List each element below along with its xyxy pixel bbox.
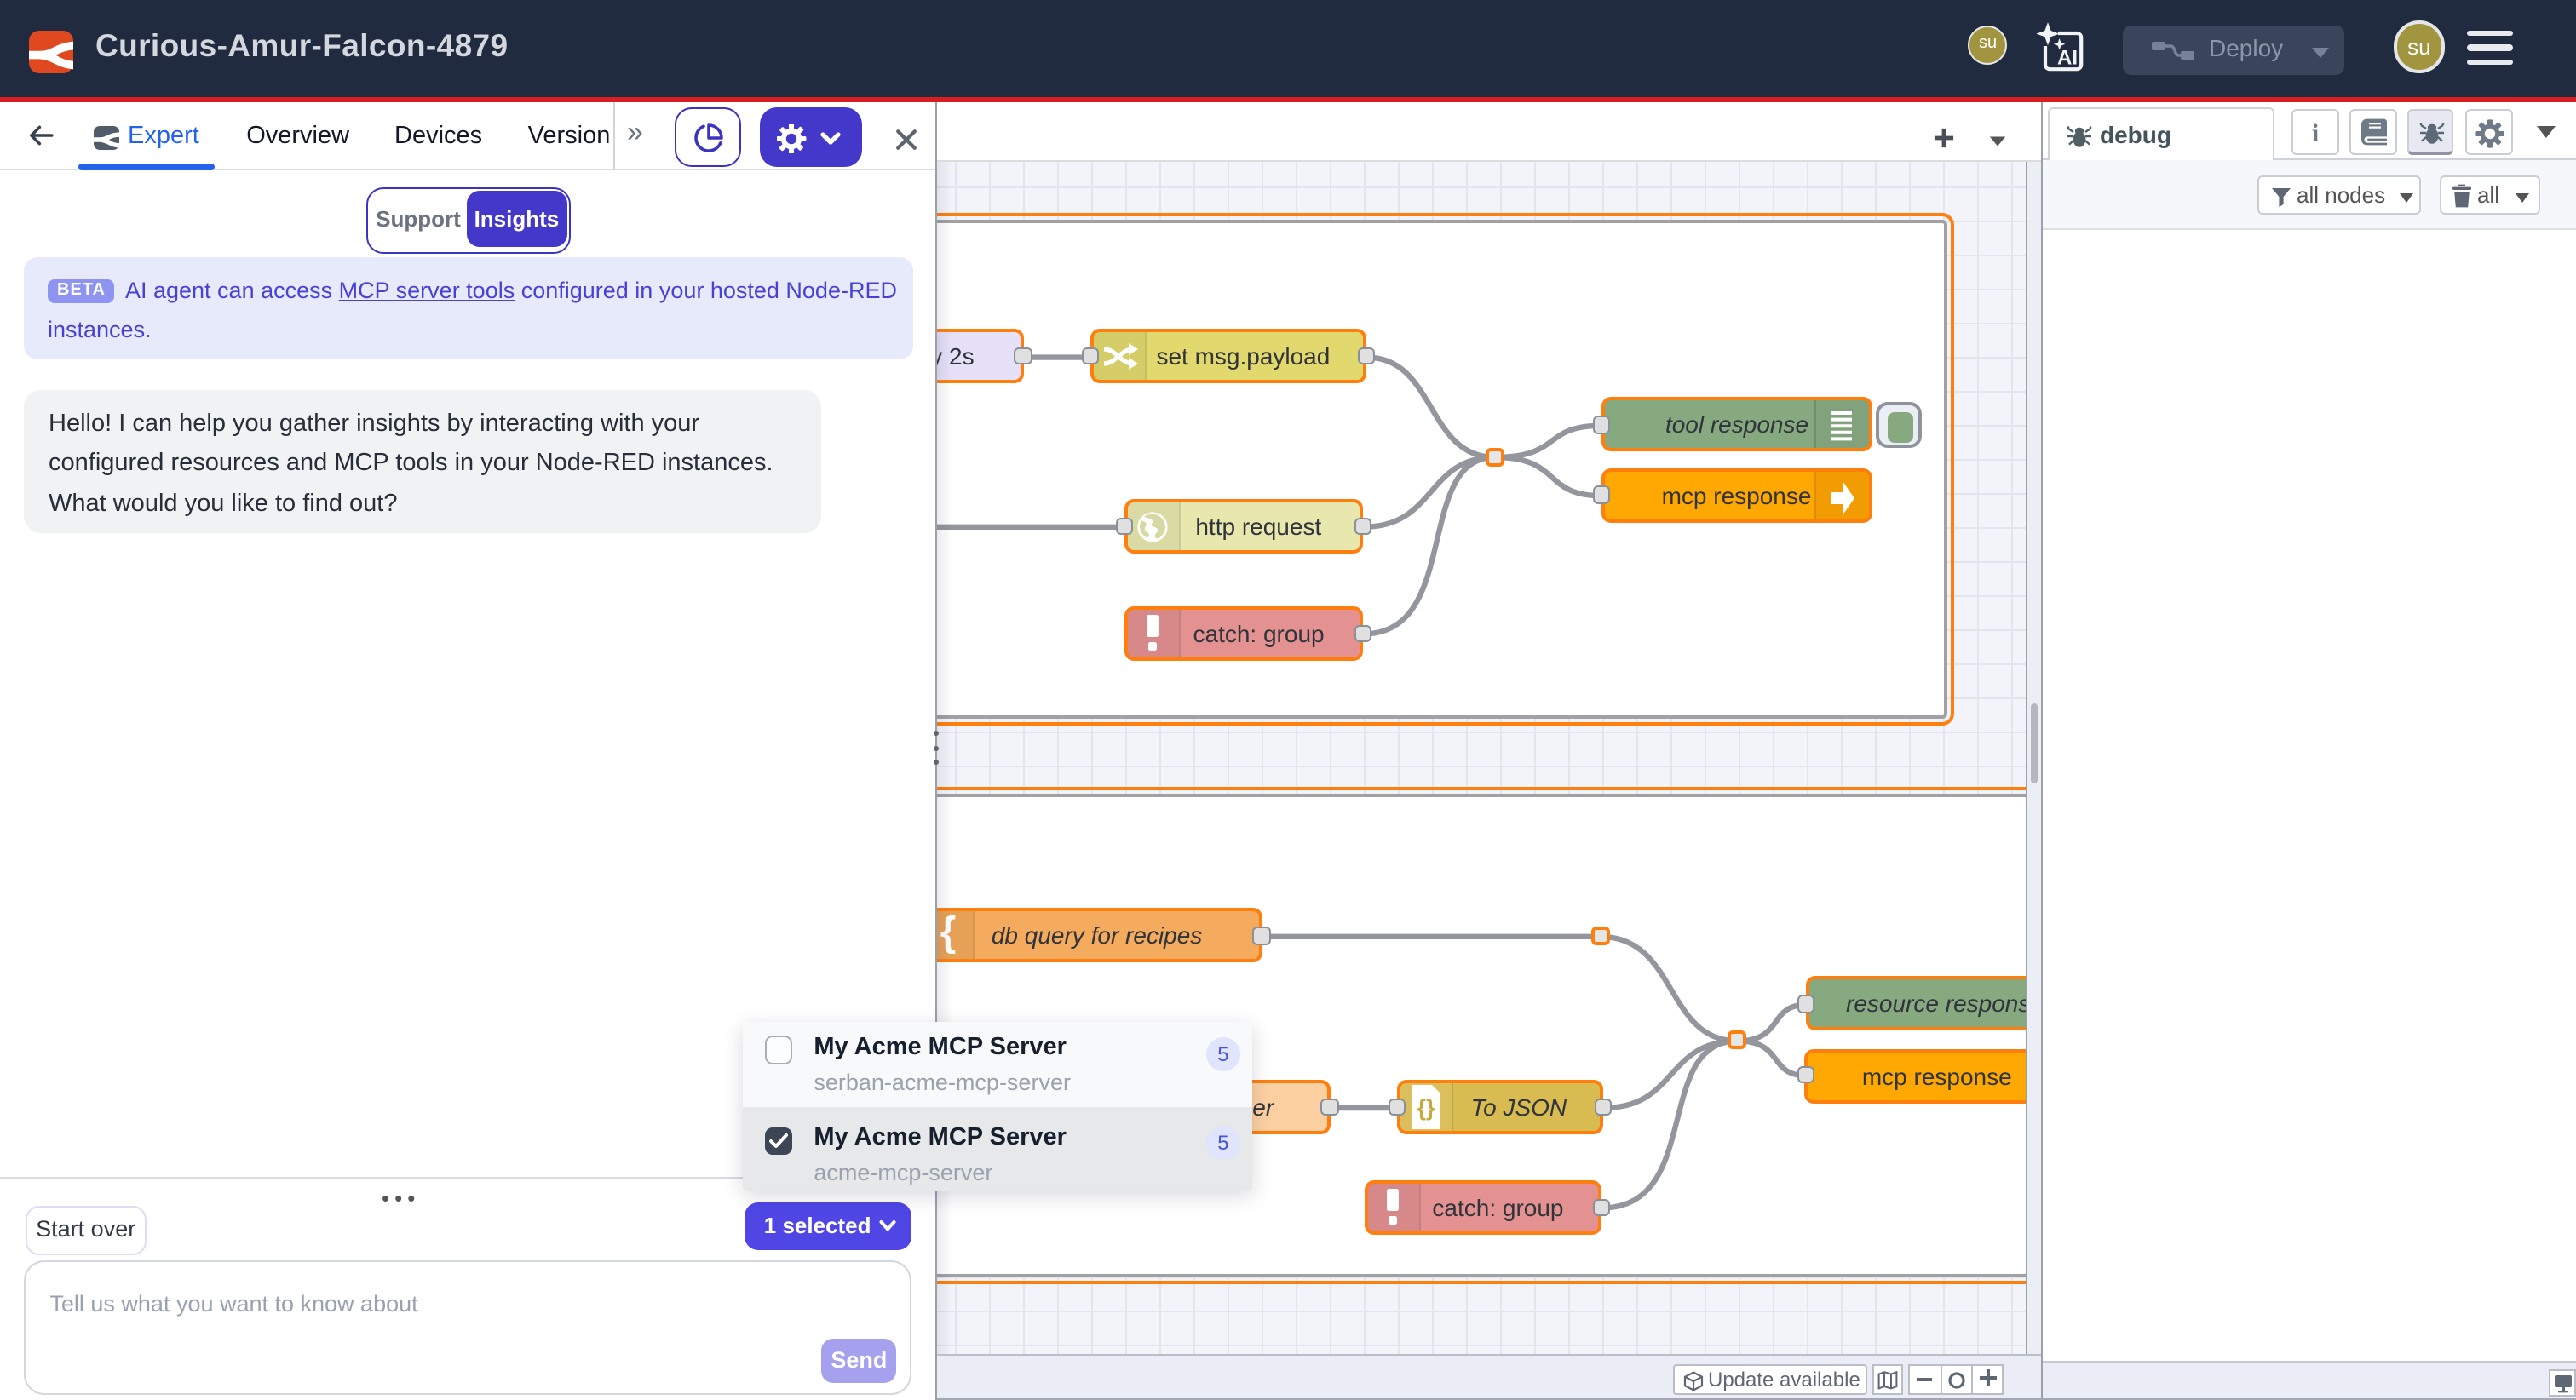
svg-text:i: i (2312, 119, 2319, 146)
svg-text:{}: {} (1417, 1095, 1435, 1121)
svg-text:AI: AI (2056, 47, 2077, 70)
